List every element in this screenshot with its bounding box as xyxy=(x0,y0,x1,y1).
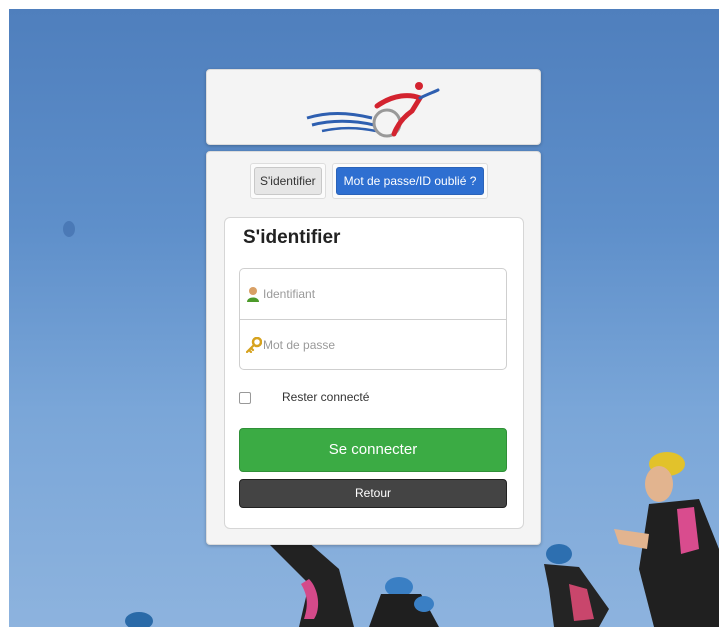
auth-tabs: S'identifier Mot de passe/ID oublié ? xyxy=(250,163,494,199)
login-button[interactable]: Se connecter xyxy=(239,428,507,472)
remember-checkbox[interactable] xyxy=(239,392,251,404)
logo-card xyxy=(206,69,541,145)
username-input[interactable] xyxy=(263,284,493,304)
back-button[interactable]: Retour xyxy=(239,479,507,508)
username-row xyxy=(240,269,506,320)
form-title: S'identifier xyxy=(243,227,341,248)
credentials-group xyxy=(239,268,507,370)
remember-label: Rester connecté xyxy=(282,390,370,404)
password-input[interactable] xyxy=(263,335,493,355)
key-icon xyxy=(246,337,262,353)
password-row xyxy=(240,320,506,370)
tab-login[interactable]: S'identifier xyxy=(254,167,322,195)
triathlon-cyclist-logo xyxy=(306,82,440,138)
login-form: S'identifier Identifiant Rester connecté… xyxy=(224,217,524,529)
background-photo: S'identifier Mot de passe/ID oublié ? S'… xyxy=(9,9,719,627)
tab-login-wrapper: S'identifier xyxy=(250,163,326,199)
user-icon xyxy=(247,287,259,302)
tab-forgot-wrapper: Mot de passe/ID oublié ? xyxy=(331,163,489,199)
tab-forgot-password[interactable]: Mot de passe/ID oublié ? xyxy=(335,167,485,195)
login-panel: S'identifier Mot de passe/ID oublié ? S'… xyxy=(206,151,541,545)
